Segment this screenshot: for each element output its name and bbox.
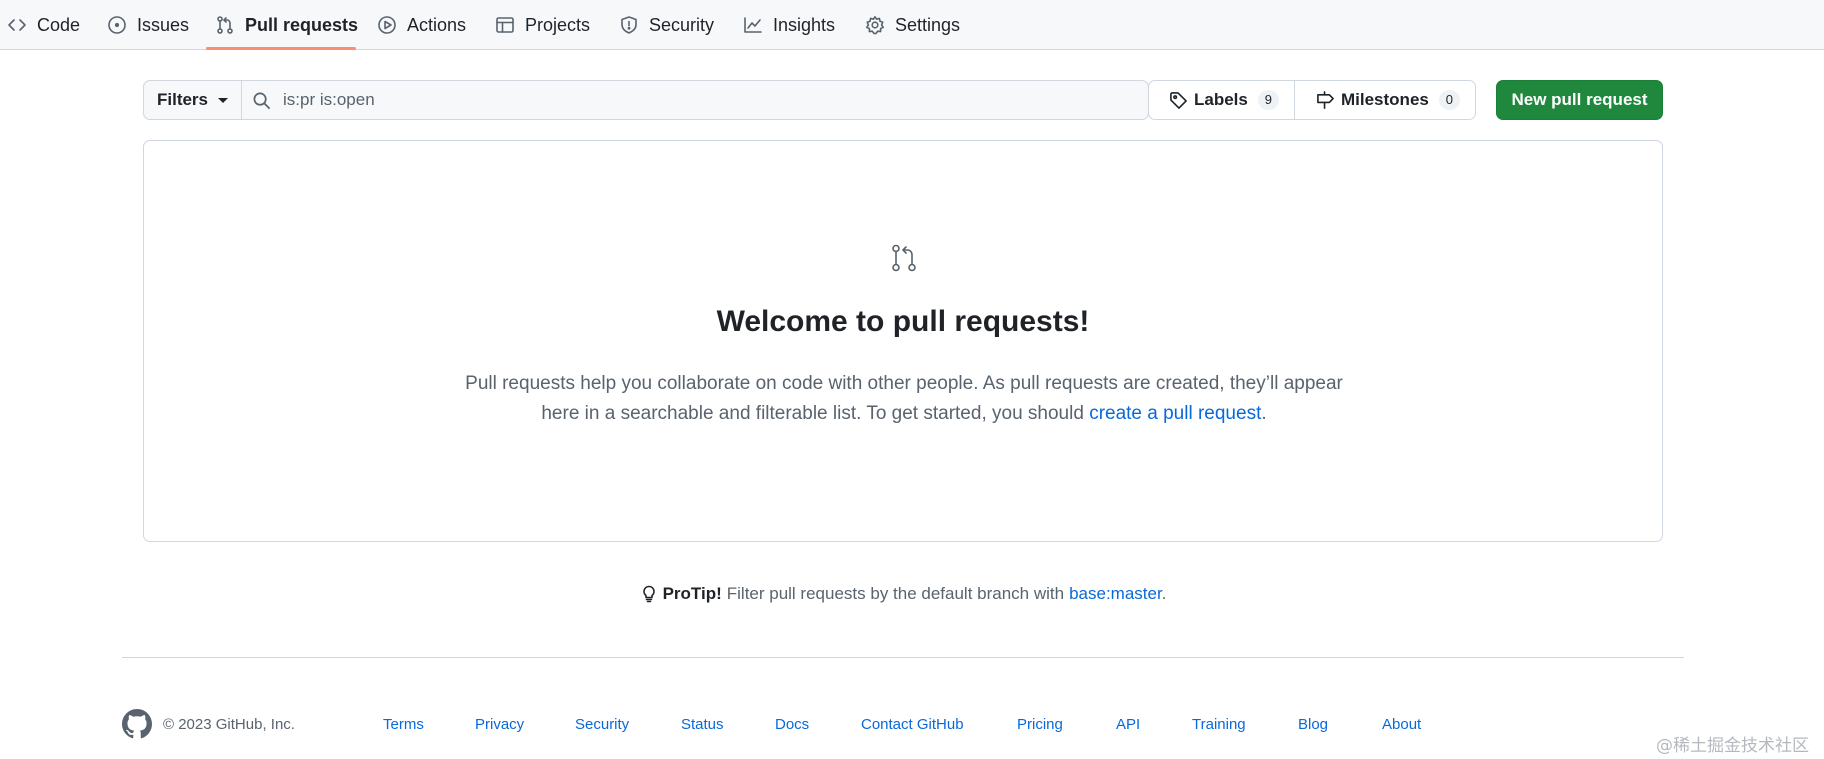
tab-pull-requests[interactable]: Pull requests (215, 0, 358, 50)
tab-projects-label: Projects (525, 14, 591, 35)
footer-divider (122, 657, 1684, 658)
footer-link-status[interactable]: Status (681, 716, 724, 733)
base-master-link[interactable]: base:master (1069, 584, 1162, 603)
code-icon (8, 19, 26, 31)
footer-link-security[interactable]: Security (575, 716, 629, 733)
tab-security[interactable]: Security (619, 0, 714, 50)
issue-opened-icon (108, 16, 126, 34)
light-bulb-icon (642, 585, 655, 603)
tab-actions[interactable]: Actions (377, 0, 466, 50)
blankslate: Welcome to pull requests! Pull requests … (143, 140, 1663, 542)
footer-link-training[interactable]: Training (1192, 716, 1246, 733)
footer-link-about[interactable]: About (1382, 716, 1421, 733)
filters-search-group: Filters (143, 80, 1149, 120)
protip-text: Filter pull requests by the default bran… (726, 584, 1065, 603)
play-icon (378, 16, 396, 34)
new-pull-request-button[interactable]: New pull request (1496, 80, 1663, 120)
blankslate-text-end: . (1261, 403, 1267, 424)
tab-projects[interactable]: Projects (495, 0, 590, 50)
filters-label: Filters (156, 90, 209, 109)
github-logo-icon[interactable] (122, 709, 152, 739)
active-tab-underline (206, 47, 356, 50)
repo-nav: Code Issues Pull requests Actions Projec… (0, 0, 1824, 50)
gear-icon (866, 16, 884, 35)
git-pull-request-icon (888, 242, 920, 274)
protip-end: . (1161, 584, 1167, 603)
tab-insights-label: Insights (773, 14, 836, 35)
create-pull-request-link[interactable]: create a pull request (1089, 403, 1261, 424)
protip-label: ProTip! (662, 584, 722, 603)
milestone-icon (1317, 90, 1334, 109)
footer-link-api[interactable]: API (1116, 716, 1140, 733)
footer-link-blog[interactable]: Blog (1298, 716, 1328, 733)
search-wrap (242, 81, 1148, 119)
shield-icon (621, 16, 637, 34)
caret-down-icon (218, 97, 229, 103)
table-icon (496, 17, 514, 33)
tab-code-label: Code (37, 14, 81, 35)
labels-label: Labels (1194, 90, 1248, 109)
footer-link-docs[interactable]: Docs (775, 716, 809, 733)
filters-button[interactable]: Filters (144, 81, 242, 119)
tab-settings[interactable]: Settings (865, 0, 960, 50)
tab-code[interactable]: Code (7, 0, 80, 50)
footer-link-pricing[interactable]: Pricing (1017, 716, 1063, 733)
tab-issues-label: Issues (137, 14, 190, 35)
footer-link-contact-github[interactable]: Contact GitHub (861, 716, 964, 733)
search-input[interactable] (283, 90, 983, 110)
blankslate-title: Welcome to pull requests! (716, 305, 1090, 338)
tab-issues[interactable]: Issues (107, 0, 189, 50)
graph-icon (744, 17, 762, 33)
tab-security-label: Security (649, 14, 715, 35)
tag-icon (1170, 91, 1187, 109)
blankslate-description: Pull requests help you collaborate on co… (444, 369, 1364, 429)
search-icon (253, 92, 270, 109)
footer-link-terms[interactable]: Terms (383, 716, 424, 733)
tab-settings-label: Settings (895, 14, 961, 35)
footer-link-privacy[interactable]: Privacy (475, 716, 524, 733)
tab-pull-requests-label: Pull requests (245, 14, 359, 35)
labels-count-badge: 9 (1257, 90, 1279, 110)
git-pull-request-icon (217, 16, 233, 34)
milestones-count-badge: 0 (1438, 90, 1460, 110)
milestones-button[interactable]: Milestones 0 (1295, 81, 1475, 119)
tab-insights[interactable]: Insights (743, 0, 835, 50)
tab-actions-label: Actions (407, 14, 467, 35)
protip: ProTip! Filter pull requests by the defa… (0, 584, 1806, 604)
milestones-label: Milestones (1341, 90, 1429, 109)
watermark-text: @稀土掘金技术社区 (1656, 736, 1809, 756)
labels-button[interactable]: Labels 9 (1149, 81, 1295, 119)
labels-milestones-group: Labels 9 Milestones 0 (1148, 80, 1476, 120)
footer-copyright: © 2023 GitHub, Inc. (163, 716, 295, 733)
